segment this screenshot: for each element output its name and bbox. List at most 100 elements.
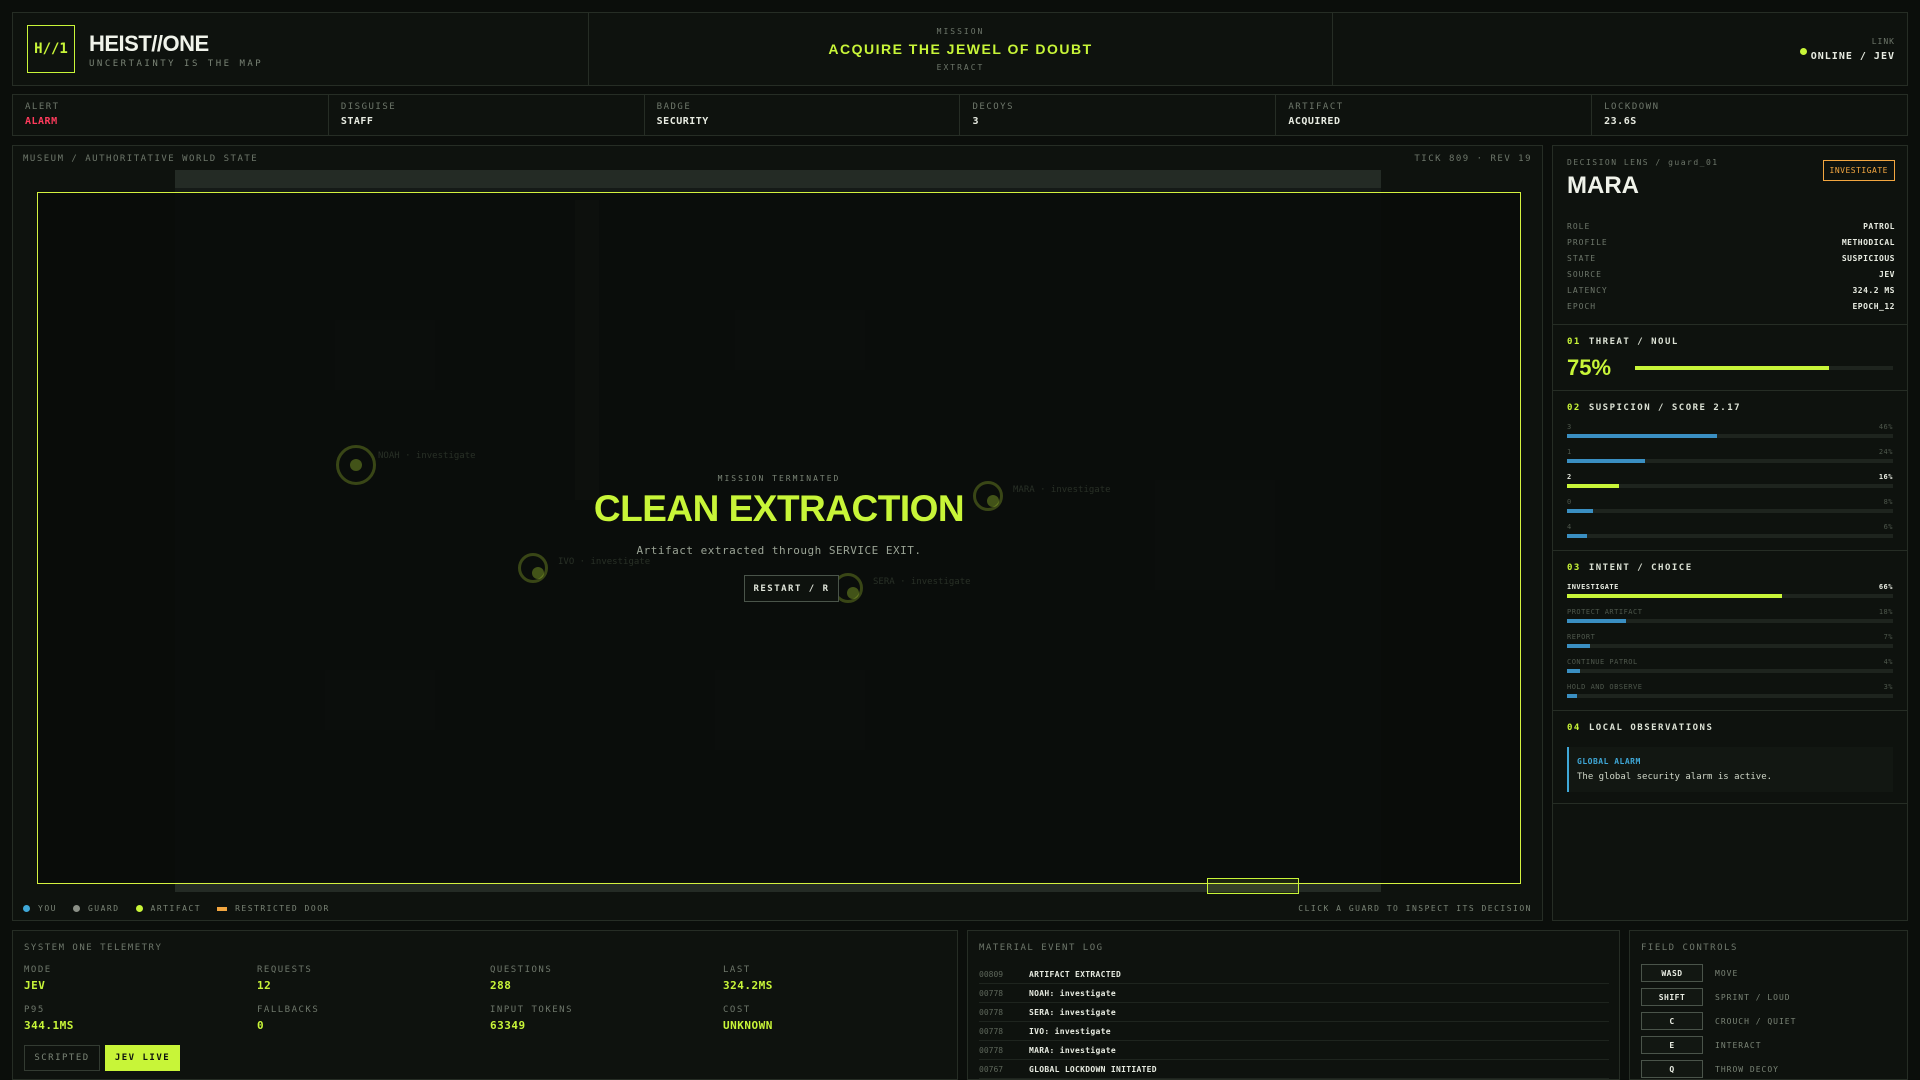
row-name: 0 [1567, 498, 1572, 506]
observation-title: GLOBAL ALARM [1577, 757, 1641, 766]
log-tick: 00778 [979, 1045, 1004, 1055]
row-track [1567, 534, 1893, 538]
decision-badge: INVESTIGATE [1822, 160, 1895, 181]
telemetry-cost: COST UNKNOWN [723, 1005, 953, 1032]
telemetry-label: FALLBACKS [257, 1005, 320, 1015]
log-tick: 00778 [979, 988, 1004, 998]
prop-key: LATENCY [1567, 286, 1608, 295]
key-q[interactable]: Q [1641, 1060, 1703, 1078]
decision-lens-panel: DECISION LENS / guard_01 MARA INVESTIGAT… [1552, 145, 1908, 921]
row-percent: 16% [1878, 473, 1893, 481]
prop-key: STATE [1567, 254, 1597, 263]
event-log-panel: MATERIAL EVENT LOG 00809 ARTIFACT EXTRACT… [967, 930, 1620, 1080]
control-row: SHIFT SPRINT / LOUD [1641, 985, 1796, 1009]
row-percent: 3% [1883, 683, 1893, 691]
intent-row: CONTINUE PATROL 4% [1567, 658, 1893, 673]
status-label: LOCKDOWN [1604, 102, 1660, 112]
key-wasd[interactable]: WASD [1641, 964, 1703, 982]
telemetry-value: 63349 [490, 1019, 526, 1032]
intent-row: REPORT 7% [1567, 633, 1893, 648]
suspicion-row: 3 46% [1567, 423, 1893, 438]
prop-source: SOURCE JEV [1567, 270, 1895, 286]
control-row: E INTERACT [1641, 1033, 1796, 1057]
status-label: DECOYS [972, 102, 1014, 112]
control-action: CROUCH / QUIET [1715, 1016, 1797, 1026]
row-label: 2 16% [1567, 473, 1893, 481]
row-track [1567, 669, 1893, 673]
telemetry-mode: MODE JEV [24, 965, 254, 992]
telemetry-value: JEV [24, 979, 46, 992]
control-row: Q THROW DECOY [1641, 1057, 1796, 1080]
row-percent: 4% [1883, 658, 1893, 666]
scripted-mode-button[interactable]: SCRIPTED [24, 1045, 100, 1071]
row-name: PROTECT ARTIFACT [1567, 608, 1643, 616]
prop-key: PROFILE [1567, 238, 1608, 247]
row-track [1567, 619, 1893, 623]
suspicion-row: 4 6% [1567, 523, 1893, 538]
telemetry-value: 344.1MS [24, 1019, 74, 1032]
row-track [1567, 459, 1893, 463]
prop-profile: PROFILE METHODICAL [1567, 238, 1895, 254]
threat-track [1635, 366, 1893, 370]
row-fill [1567, 619, 1626, 623]
door-icon [217, 906, 228, 911]
key-e[interactable]: E [1641, 1036, 1703, 1054]
row-percent: 8% [1883, 498, 1893, 506]
intent-distribution: INVESTIGATE 66% PROTECT ARTIFACT 18% REPORT 7… [1567, 583, 1893, 698]
telemetry-questions: QUESTIONS 288 [490, 965, 720, 992]
status-value: 3 [972, 116, 980, 127]
restart-button[interactable]: RESTART / R [744, 575, 839, 602]
row-percent: 18% [1878, 608, 1893, 616]
section-heading: 03 INTENT / CHOICE [1567, 563, 1893, 573]
row-percent: 66% [1878, 583, 1893, 591]
guard-marker[interactable] [518, 553, 548, 583]
section-heading: 02 SUSPICION / SCORE 2.17 [1567, 403, 1893, 413]
section-number: 04 [1567, 723, 1581, 733]
threat-section: 01 THREAT / NOUL 75% [1553, 324, 1907, 390]
map-legend: YOU GUARD ARTIFACT RESTRICTED DOOR [23, 904, 330, 913]
row-name: 4 [1567, 523, 1572, 531]
mission-objective: EXTRACT [936, 63, 985, 72]
status-decoys: DECOYS 3 [960, 95, 1277, 135]
row-percent: 46% [1878, 423, 1893, 431]
log-tick: 00778 [979, 1026, 1004, 1036]
status-badge: BADGE SECURITY [645, 95, 961, 135]
key-c[interactable]: C [1641, 1012, 1703, 1030]
row-fill [1567, 694, 1577, 698]
event-log-caption: MATERIAL EVENT LOG [979, 943, 1104, 953]
legend-you: YOU [23, 904, 57, 913]
row-label: 4 6% [1567, 523, 1893, 531]
prop-key: EPOCH [1567, 302, 1597, 311]
log-tick: 00809 [979, 969, 1004, 979]
row-name: REPORT [1567, 633, 1596, 641]
key-shift[interactable]: SHIFT [1641, 988, 1703, 1006]
telemetry-label: P95 [24, 1005, 45, 1015]
row-name: 3 [1567, 423, 1572, 431]
row-fill [1567, 484, 1620, 488]
guard-label: SERA · investigate [873, 577, 971, 587]
log-message: SERA: investigate [1029, 1007, 1116, 1017]
prop-value: EPOCH_12 [1852, 302, 1895, 311]
row-label: 0 8% [1567, 498, 1893, 506]
section-number: 01 [1567, 337, 1581, 347]
row-fill [1567, 534, 1587, 538]
jev-live-mode-button[interactable]: JEV LIVE [105, 1045, 180, 1071]
row-name: CONTINUE PATROL [1567, 658, 1638, 666]
lens-caption: DECISION LENS / guard_01 [1567, 158, 1719, 167]
suspicion-section: 02 SUSPICION / SCORE 2.17 3 46% 1 24% 2 16% 0 8%… [1553, 390, 1907, 550]
control-action: SPRINT / LOUD [1715, 992, 1791, 1002]
row-label: CONTINUE PATROL 4% [1567, 658, 1893, 666]
prop-role: ROLE PATROL [1567, 222, 1895, 238]
threat-value: 75% [1567, 355, 1612, 380]
row-label: HOLD AND OBSERVE 3% [1567, 683, 1893, 691]
guard-properties: ROLE PATROL PROFILE METHODICAL STATE SUSPIC… [1567, 222, 1895, 318]
row-fill [1567, 644, 1590, 648]
link-status: ONLINE / JEV [1810, 51, 1895, 62]
brand-title: HEIST//ONE [89, 31, 209, 56]
prop-value: 324.2 MS [1852, 286, 1895, 295]
section-title: INTENT / CHOICE [1588, 563, 1693, 573]
row-track [1567, 594, 1893, 598]
observation-card: GLOBAL ALARM The global security alarm i… [1567, 747, 1893, 792]
control-action: THROW DECOY [1715, 1064, 1779, 1074]
row-name: 1 [1567, 448, 1572, 456]
